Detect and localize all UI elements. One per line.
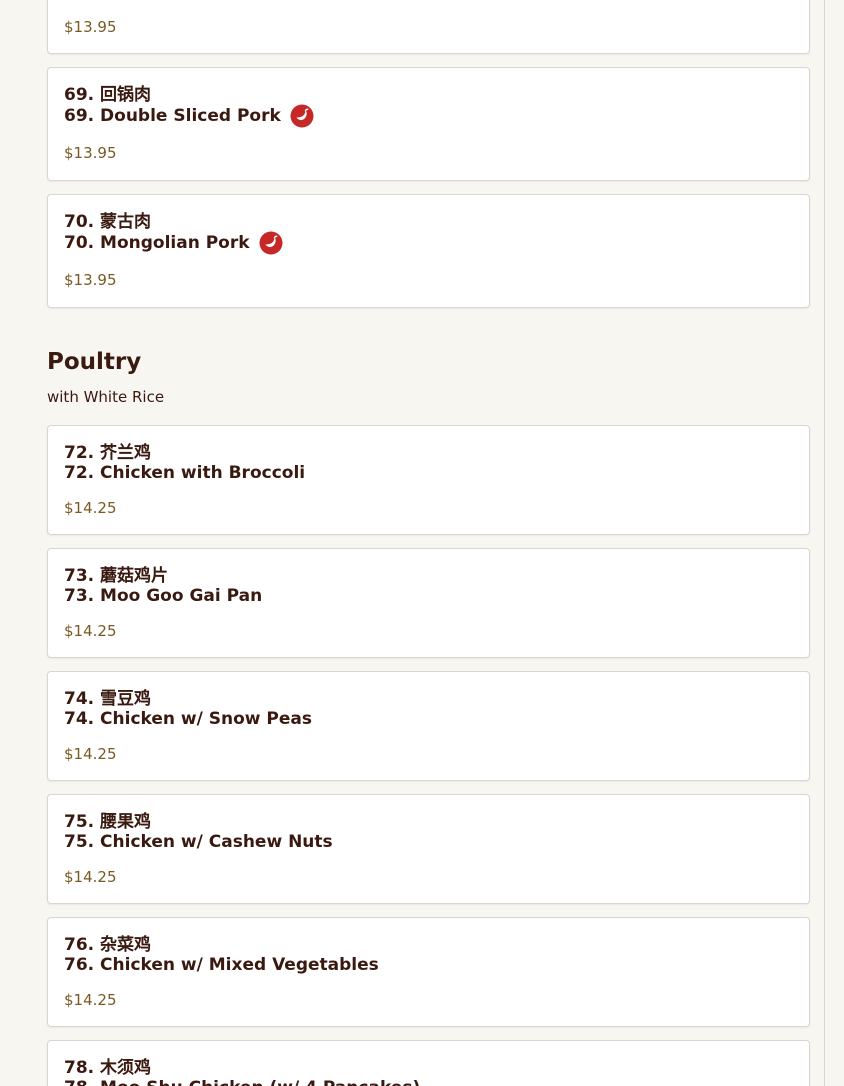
item-name-english: 70. Mongolian Pork [64,233,250,253]
item-price: $14.25 [64,991,117,1009]
section-subtitle: with White Rice [47,388,165,406]
item-price: $13.95 [64,271,117,289]
menu-item-card[interactable]: 70. 蒙古肉 70. Mongolian Pork $13.95 [47,194,810,308]
item-name-chinese: 69. 回锅肉 [64,85,152,105]
item-price: $14.25 [64,622,117,640]
item-price: $14.25 [64,868,117,886]
item-price: $13.95 [64,18,117,36]
item-name-chinese: 76. 杂菜鸡 [64,935,152,955]
spicy-icon [259,231,283,255]
item-name-chinese: 78. 木须鸡 [64,1058,152,1078]
item-price: $13.95 [64,144,117,162]
menu-item-card[interactable]: 78. 木须鸡 78. Moo Shu Chicken (w/ 4 Pancak… [47,1040,810,1086]
item-price: $14.25 [64,745,117,763]
section-title: Poultry [47,349,142,375]
item-name-english: 74. Chicken w/ Snow Peas [64,709,312,729]
item-name-english-row: 70. Mongolian Pork [64,231,283,255]
item-name-english: 72. Chicken with Broccoli [64,463,306,483]
item-name-chinese: 75. 腰果鸡 [64,812,152,832]
item-price: $14.25 [64,499,117,517]
item-name-english: 78. Moo Shu Chicken (w/ 4 Pancakes) [64,1078,420,1086]
item-name-english: 69. Double Sliced Pork [64,106,281,126]
menu-item-card[interactable]: 72. 芥兰鸡 72. Chicken with Broccoli $14.25 [47,425,810,535]
item-name-chinese: 72. 芥兰鸡 [64,443,152,463]
item-name-english: 75. Chicken w/ Cashew Nuts [64,832,333,852]
menu-item-card[interactable]: 74. 雪豆鸡 74. Chicken w/ Snow Peas $14.25 [47,671,810,781]
item-name-chinese: 73. 蘑菇鸡片 [64,566,169,586]
menu-item-card[interactable]: $13.95 [47,0,810,54]
menu-item-card[interactable]: 76. 杂菜鸡 76. Chicken w/ Mixed Vegetables … [47,917,810,1027]
menu-item-card[interactable]: 75. 腰果鸡 75. Chicken w/ Cashew Nuts $14.2… [47,794,810,904]
item-name-english: 73. Moo Goo Gai Pan [64,586,263,606]
item-name-chinese: 74. 雪豆鸡 [64,689,152,709]
menu-item-card[interactable]: 73. 蘑菇鸡片 73. Moo Goo Gai Pan $14.25 [47,548,810,658]
item-name-english: 76. Chicken w/ Mixed Vegetables [64,955,379,975]
item-name-chinese: 70. 蒙古肉 [64,212,152,232]
menu-page: $13.95 69. 回锅肉 69. Double Sliced Pork $1… [0,0,825,1086]
spicy-icon [290,104,314,128]
menu-item-card[interactable]: 69. 回锅肉 69. Double Sliced Pork $13.95 [47,67,810,181]
item-name-english-row: 69. Double Sliced Pork [64,104,314,128]
